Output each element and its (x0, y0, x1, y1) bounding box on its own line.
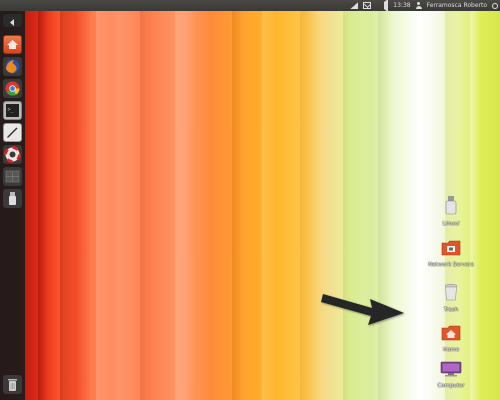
power-icon[interactable] (492, 2, 498, 9)
desktop-icon-label: Computer (437, 383, 465, 389)
top-panel: 13:38 Ferramosca Roberto (0, 0, 500, 12)
home-folder-icon (441, 325, 461, 341)
desktop-icon-linux[interactable]: Linux/ (426, 195, 476, 228)
desktop-icon-label: Network Servers (428, 262, 474, 268)
network-icon[interactable] (350, 2, 359, 9)
desktop-icon-trash[interactable]: Trash (426, 283, 476, 314)
annotation-arrow-icon (320, 284, 410, 333)
user-name[interactable]: Ferramosca Roberto (427, 0, 487, 11)
desktop-icon-label: Home (442, 347, 460, 353)
system-tray: 13:38 Ferramosca Roberto (350, 0, 498, 12)
text-editor-icon[interactable] (3, 123, 22, 142)
svg-text:>_: >_ (8, 107, 15, 113)
chrome-icon[interactable] (3, 79, 22, 98)
launcher: >_ (0, 11, 25, 400)
trash-icon[interactable] (3, 375, 22, 394)
trash-icon (444, 283, 458, 301)
desktop-icon-computer[interactable]: Computer (426, 361, 476, 390)
user-icon (415, 2, 422, 9)
volume-speaker-icon[interactable] (376, 0, 389, 12)
lifebuoy-help-icon[interactable] (3, 145, 22, 164)
launcher-toggle-arrow-icon[interactable] (3, 14, 22, 27)
usb-drive-icon (445, 196, 457, 215)
desktop-icon-home[interactable]: Home (426, 325, 476, 354)
clock[interactable]: 13:38 (393, 0, 410, 11)
firefox-icon[interactable] (3, 57, 22, 76)
home-folder-icon[interactable] (3, 35, 22, 54)
desktop-icon-network-servers[interactable]: Network Servers (426, 240, 476, 269)
desktop-icon-label: Linux/ (442, 221, 460, 227)
network-folder-icon (441, 240, 461, 256)
desktop-wallpaper (0, 0, 500, 400)
terminal-icon[interactable]: >_ (3, 101, 22, 120)
desktop-icon-label: Trash (443, 307, 459, 313)
workspace-switcher-icon[interactable] (3, 167, 22, 186)
messaging-envelope-icon[interactable] (363, 2, 372, 9)
usb-drive-icon[interactable] (3, 189, 22, 208)
computer-icon (440, 361, 462, 377)
